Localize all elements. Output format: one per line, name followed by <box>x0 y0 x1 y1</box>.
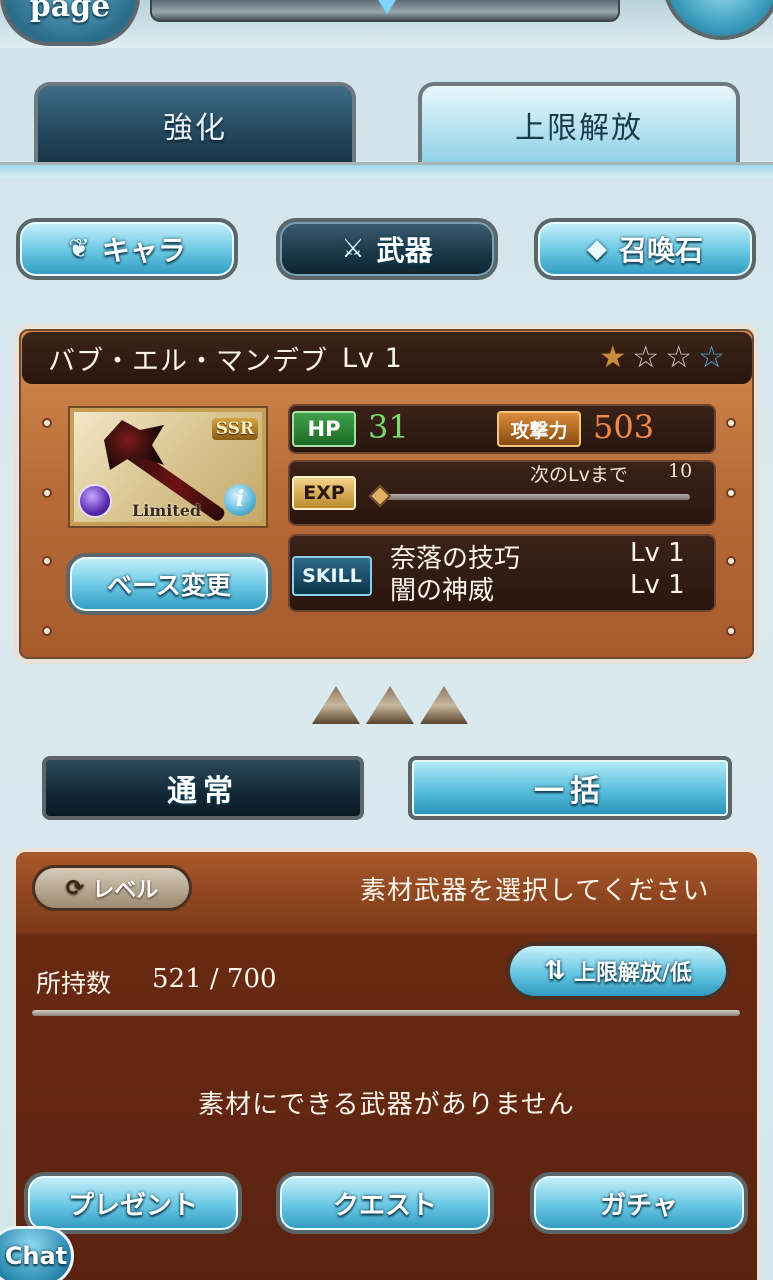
star-filled-icon: ★ <box>599 340 627 375</box>
base-change-button[interactable]: ベース変更 <box>66 553 272 615</box>
mode-bulk-button[interactable]: 一括 <box>408 756 732 820</box>
rivet-icon <box>726 626 736 636</box>
rivet-icon <box>726 556 736 566</box>
category-character-label: キャラ <box>101 234 186 267</box>
triangle-icon <box>312 686 360 724</box>
attack-label: 攻撃力 <box>497 411 581 447</box>
rarity-badge: SSR <box>211 418 258 440</box>
level-sort-button[interactable]: ⟳ レベル <box>32 865 192 911</box>
count-value: 521 / 700 <box>152 964 277 994</box>
page-label: page <box>29 0 111 24</box>
summon-crystal-icon: ◆ <box>586 234 607 264</box>
rivet-icon <box>726 488 736 498</box>
triangle-icon <box>366 686 414 724</box>
category-character-button[interactable]: ❦ キャラ <box>16 218 238 280</box>
quest-button[interactable]: クエスト <box>276 1172 494 1234</box>
level-sort-label: レベル <box>92 878 159 903</box>
triangle-icon <box>420 686 468 724</box>
category-summon-label: 召喚石 <box>618 234 703 267</box>
quest-label: クエスト <box>332 1190 437 1221</box>
skill-2-name: 闇の神威 <box>390 576 495 606</box>
hp-value: 31 <box>368 408 409 446</box>
skill-1-level: Lv 1 <box>630 538 685 568</box>
gacha-label: ガチャ <box>600 1190 678 1221</box>
next-level-label: 次のLvまで <box>530 464 628 486</box>
mode-bulk-label: 一括 <box>534 774 606 809</box>
rivet-icon <box>42 556 52 566</box>
uncap-sort-button[interactable]: ⇅ 上限解放/低 <box>506 942 730 1000</box>
star-empty-icon: ☆ <box>665 340 693 375</box>
present-label: プレゼント <box>67 1190 198 1221</box>
skill-label: SKILL <box>292 556 372 596</box>
info-icon[interactable]: i <box>224 484 256 516</box>
next-level-value: 10 <box>668 460 693 482</box>
tab-underline <box>0 162 773 178</box>
uncap-sort-label: 上限解放/低 <box>573 961 692 986</box>
sort-arrows-icon: ⇅ <box>544 956 566 986</box>
hp-label: HP <box>292 411 356 447</box>
skill-2-level: Lv 1 <box>630 570 685 600</box>
attack-value: 503 <box>593 408 655 446</box>
rivet-icon <box>42 418 52 428</box>
crossed-weapons-icon: ⚔ <box>341 234 365 264</box>
tab-enhance[interactable]: 強化 <box>34 82 356 164</box>
category-weapon-label: 武器 <box>376 234 433 267</box>
material-instruction: 素材武器を選択してください <box>360 876 710 906</box>
character-emblem-icon: ❦ <box>68 234 90 264</box>
exp-label: EXP <box>292 476 356 510</box>
divider <box>32 1010 740 1016</box>
empty-message: 素材にできる武器がありません <box>198 1090 575 1120</box>
limited-tag: Limited <box>132 501 202 520</box>
dark-element-icon <box>78 484 112 518</box>
category-weapon-button[interactable]: ⚔ 武器 <box>276 218 498 280</box>
uncap-stars: ★ ☆ ☆ ☆ <box>599 340 725 376</box>
category-summon-button[interactable]: ◆ 召喚石 <box>534 218 756 280</box>
star-blue-icon: ☆ <box>698 340 725 375</box>
mode-normal-button[interactable]: 通常 <box>42 756 364 820</box>
tab-uncap-label: 上限解放 <box>515 111 643 146</box>
exp-bar <box>376 494 690 500</box>
mode-normal-label: 通常 <box>167 774 239 809</box>
weapon-level: Lv 1 <box>342 342 403 374</box>
base-change-label: ベース変更 <box>107 571 231 600</box>
rivet-icon <box>42 488 52 498</box>
refresh-icon: ⟳ <box>65 875 85 901</box>
weapon-name: バブ・エル・マンデブ <box>48 345 328 377</box>
tab-enhance-label: 強化 <box>163 111 227 146</box>
weapon-thumbnail[interactable]: SSR Limited i <box>70 408 266 526</box>
present-button[interactable]: プレゼント <box>24 1172 242 1234</box>
uncap-triangles <box>312 686 468 724</box>
tab-uncap[interactable]: 上限解放 <box>418 82 740 164</box>
chat-button[interactable]: Chat <box>0 1226 74 1280</box>
star-empty-icon: ☆ <box>632 340 660 375</box>
rivet-icon <box>726 418 736 428</box>
count-label: 所持数 <box>36 969 112 998</box>
chat-label: Chat <box>4 1242 68 1270</box>
gacha-button[interactable]: ガチャ <box>530 1172 748 1234</box>
rivet-icon <box>42 626 52 636</box>
